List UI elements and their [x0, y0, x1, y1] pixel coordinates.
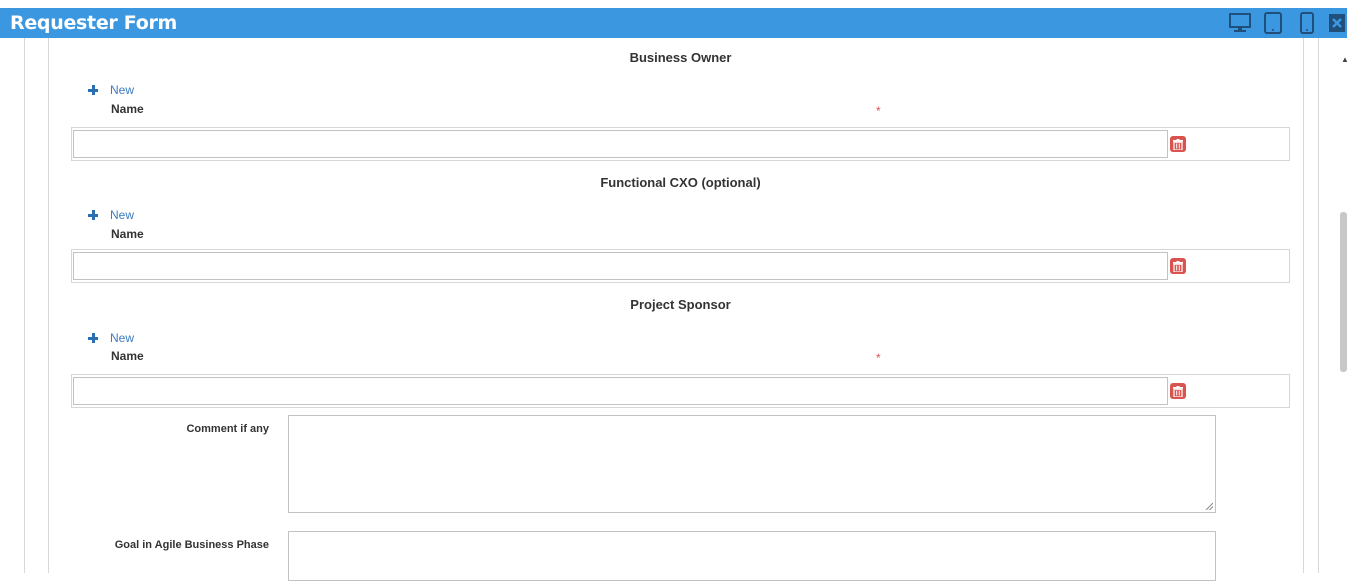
window-titlebar: Requester Form: [0, 8, 1347, 38]
required-mark: *: [876, 351, 881, 365]
section-title-business-owner: Business Owner: [629, 50, 732, 65]
trash-icon[interactable]: [1170, 258, 1186, 274]
goal-label: Goal in Agile Business Phase: [114, 539, 269, 551]
project-sponsor-name-label: Name: [111, 349, 144, 363]
resize-grip-icon[interactable]: [1205, 502, 1213, 510]
new-label: New: [110, 83, 135, 97]
business-owner-name-label: Name: [111, 102, 144, 116]
trash-icon[interactable]: [1170, 136, 1186, 152]
close-icon[interactable]: [1327, 11, 1347, 35]
panel-border-left-inner: [48, 38, 49, 573]
functional-cxo-name-label: Name: [111, 227, 144, 241]
scrollbar-thumb[interactable]: [1340, 212, 1347, 372]
functional-cxo-row: [71, 249, 1290, 283]
new-label: New: [110, 331, 135, 345]
business-owner-name-input[interactable]: [73, 130, 1168, 158]
project-sponsor-name-input[interactable]: [73, 377, 1168, 405]
section-title-project-sponsor: Project Sponsor: [630, 297, 731, 312]
project-sponsor-new-button[interactable]: New: [88, 331, 134, 345]
panel-border-right-outer: [1318, 38, 1319, 573]
window-title: Requester Form: [10, 12, 178, 34]
panel-border-right-inner: [1303, 38, 1304, 573]
business-owner-new-button[interactable]: New: [88, 83, 134, 97]
plus-icon: [88, 210, 98, 220]
required-mark: *: [876, 104, 881, 118]
business-owner-row: [71, 127, 1290, 161]
goal-textarea[interactable]: [288, 531, 1216, 581]
section-title-functional-cxo: Functional CXO (optional): [600, 175, 761, 190]
tablet-icon[interactable]: [1261, 11, 1285, 35]
plus-icon: [88, 333, 98, 343]
trash-icon[interactable]: [1170, 383, 1186, 399]
functional-cxo-new-button[interactable]: New: [88, 208, 134, 222]
comment-label: Comment if any: [186, 423, 269, 435]
scroll-up-arrow-icon[interactable]: ▲: [1341, 55, 1347, 64]
comment-textarea[interactable]: [288, 415, 1216, 513]
new-label: New: [110, 208, 135, 222]
panel-border-left-outer: [24, 38, 25, 573]
phone-icon[interactable]: [1295, 11, 1319, 35]
desktop-icon[interactable]: [1228, 11, 1252, 35]
functional-cxo-name-input[interactable]: [73, 252, 1168, 280]
plus-icon: [88, 85, 98, 95]
project-sponsor-row: [71, 374, 1290, 408]
